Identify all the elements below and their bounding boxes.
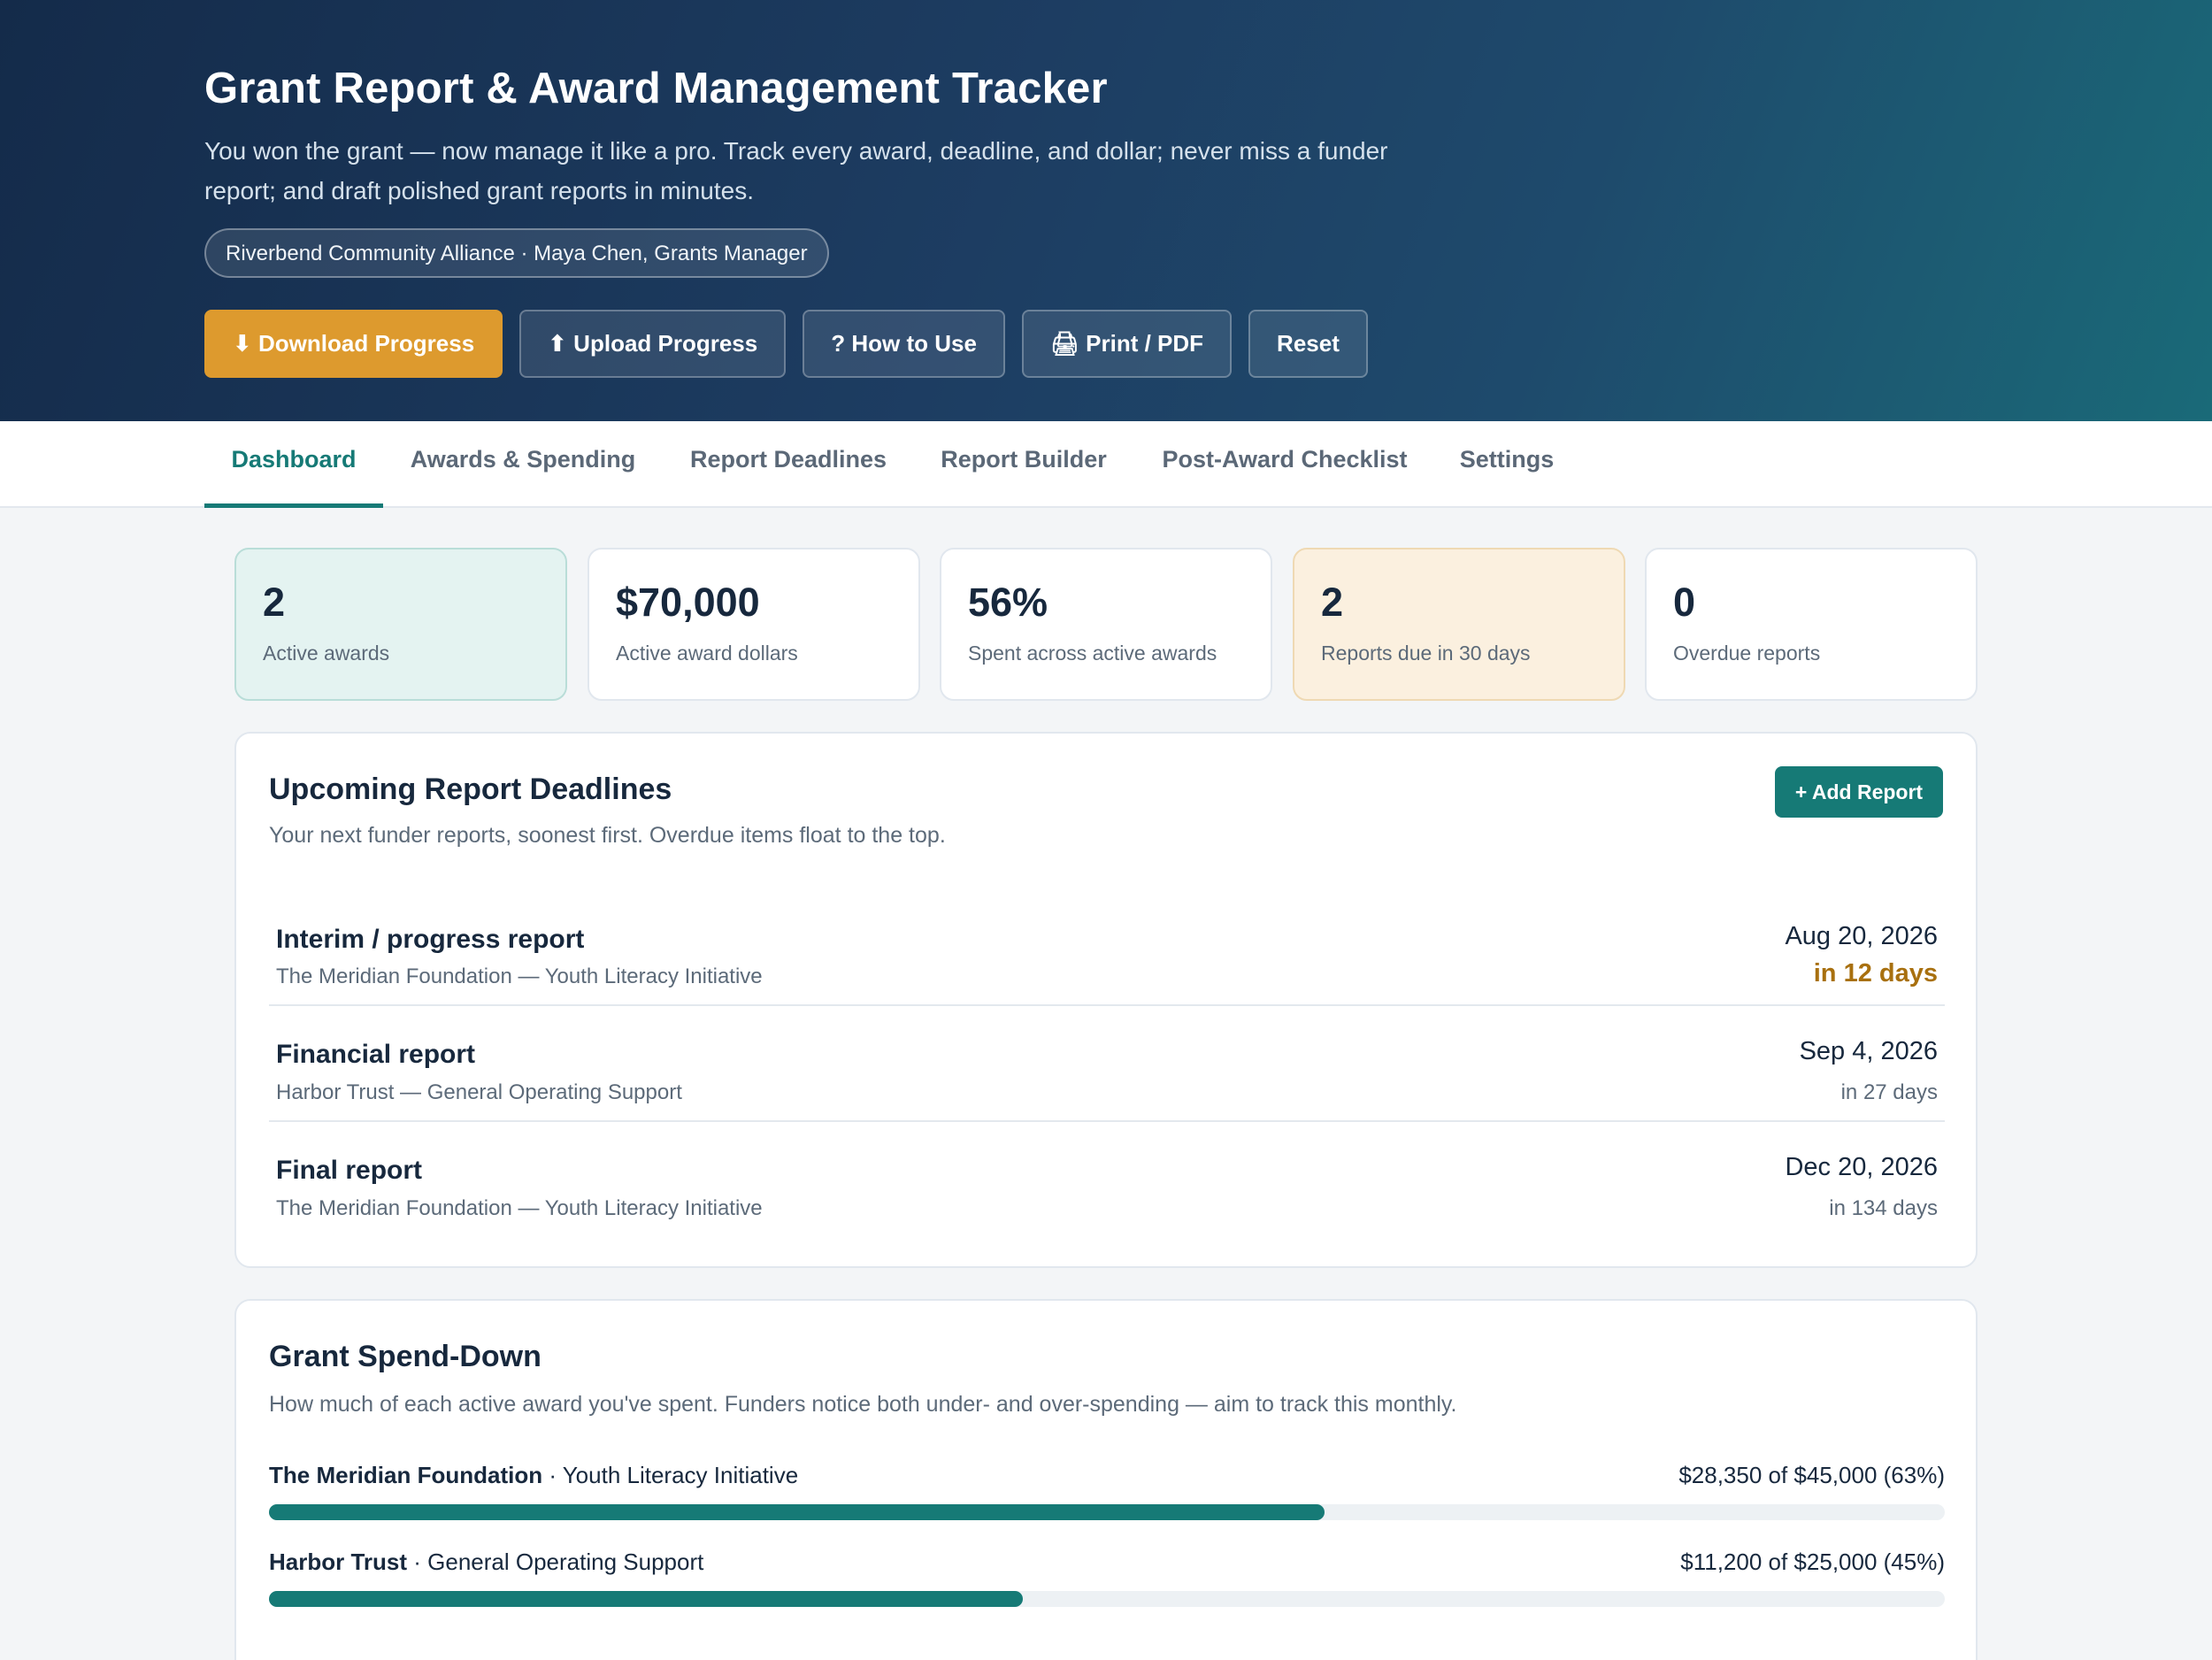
card-title: Grant Spend-Down [269, 1340, 541, 1373]
report-relative-due: in 12 days [1813, 959, 1938, 988]
page-subtitle: You won the grant — now manage it like a… [204, 137, 1388, 204]
stat-label: Overdue reports [1673, 642, 1821, 665]
deadline-row[interactable]: Final report The Meridian Foundation — Y… [269, 1120, 1945, 1236]
stat-label: Active award dollars [616, 642, 798, 665]
add-report-button[interactable]: + Add Report [1775, 766, 1943, 818]
deadline-row[interactable]: Financial report Harbor Trust — General … [269, 1004, 1945, 1120]
report-name: Financial report [276, 1040, 476, 1069]
funder-name: Harbor Trust [269, 1549, 408, 1575]
stat-value: 2 [263, 580, 286, 625]
stat-label: Reports due in 30 days [1321, 642, 1531, 665]
report-date: Aug 20, 2026 [1785, 922, 1938, 950]
report-date: Sep 4, 2026 [1799, 1037, 1938, 1065]
spend-label: The Meridian Foundation · Youth Literacy… [269, 1462, 798, 1489]
header-actions: ⬇ Download Progress ⬆ Upload Progress ? … [204, 310, 1368, 378]
report-name: Interim / progress report [276, 925, 585, 954]
report-funder: The Meridian Foundation — Youth Literacy… [276, 964, 763, 988]
header-content: Grant Report & Award Management Tracker … [204, 64, 1443, 278]
spend-progress-bar [269, 1591, 1945, 1607]
tab-report-builder[interactable]: Report Builder [914, 421, 1133, 508]
report-relative-due: in 134 days [1829, 1196, 1938, 1220]
print-pdf-button[interactable]: 🖨 Print / PDF [1021, 310, 1233, 378]
upcoming-deadlines-card: Upcoming Report Deadlines Your next fund… [234, 732, 1978, 1268]
stat-active-award-dollars: $70,000 Active award dollars [588, 548, 920, 701]
program-name: · General Operating Support [407, 1549, 704, 1575]
spend-amount: $28,350 of $45,000 (63%) [1678, 1462, 1945, 1488]
stat-label: Active awards [263, 642, 390, 665]
spend-progress-fill [269, 1591, 1024, 1607]
page-title: Grant Report & Award Management Tracker [204, 65, 1108, 112]
report-date: Dec 20, 2026 [1785, 1153, 1938, 1181]
stat-value: 2 [1321, 580, 1344, 625]
report-funder: The Meridian Foundation — Youth Literacy… [276, 1196, 763, 1220]
stat-reports-due: 2 Reports due in 30 days [1293, 548, 1625, 701]
stat-active-awards: 2 Active awards [234, 548, 567, 701]
card-description: Your next funder reports, soonest first.… [269, 823, 946, 848]
upload-progress-button[interactable]: ⬆ Upload Progress [519, 310, 787, 378]
stat-overdue-reports: 0 Overdue reports [1645, 548, 1978, 701]
card-description: How much of each active award you've spe… [269, 1392, 1457, 1417]
reset-button[interactable]: Reset [1248, 310, 1368, 378]
tab-report-deadlines[interactable]: Report Deadlines [663, 421, 914, 508]
tab-bar: Dashboard Awards & Spending Report Deadl… [0, 421, 2212, 508]
report-relative-due: in 27 days [1840, 1080, 1938, 1104]
stat-value: 56% [968, 580, 1048, 625]
page-header: Grant Report & Award Management Tracker … [0, 0, 2212, 421]
report-name: Final report [276, 1156, 423, 1185]
spend-label: Harbor Trust · General Operating Support [269, 1549, 703, 1576]
stat-value: 0 [1673, 580, 1696, 625]
organization-badge: Riverbend Community Alliance · Maya Chen… [204, 228, 829, 278]
funder-name: The Meridian Foundation [269, 1462, 543, 1488]
stat-spent-percent: 56% Spent across active awards [940, 548, 1272, 701]
spend-progress-fill [269, 1504, 1325, 1520]
tab-settings[interactable]: Settings [1436, 421, 1578, 508]
spend-progress-bar [269, 1504, 1945, 1520]
download-progress-button[interactable]: ⬇ Download Progress [204, 310, 503, 378]
report-funder: Harbor Trust — General Operating Support [276, 1080, 682, 1104]
card-title: Upcoming Report Deadlines [269, 772, 672, 806]
tab-awards-spending[interactable]: Awards & Spending [383, 421, 663, 508]
stat-value: $70,000 [616, 580, 760, 625]
deadline-row[interactable]: Interim / progress report The Meridian F… [269, 888, 1945, 1004]
how-to-use-button[interactable]: ? How to Use [803, 310, 1005, 378]
program-name: · Youth Literacy Initiative [542, 1462, 799, 1488]
spend-amount: $11,200 of $25,000 (45%) [1680, 1549, 1945, 1575]
stat-label: Spent across active awards [968, 642, 1217, 665]
tab-dashboard[interactable]: Dashboard [204, 421, 383, 508]
tab-post-award-checklist[interactable]: Post-Award Checklist [1133, 421, 1436, 508]
grant-spend-down-card: Grant Spend-Down How much of each active… [234, 1299, 1978, 1660]
